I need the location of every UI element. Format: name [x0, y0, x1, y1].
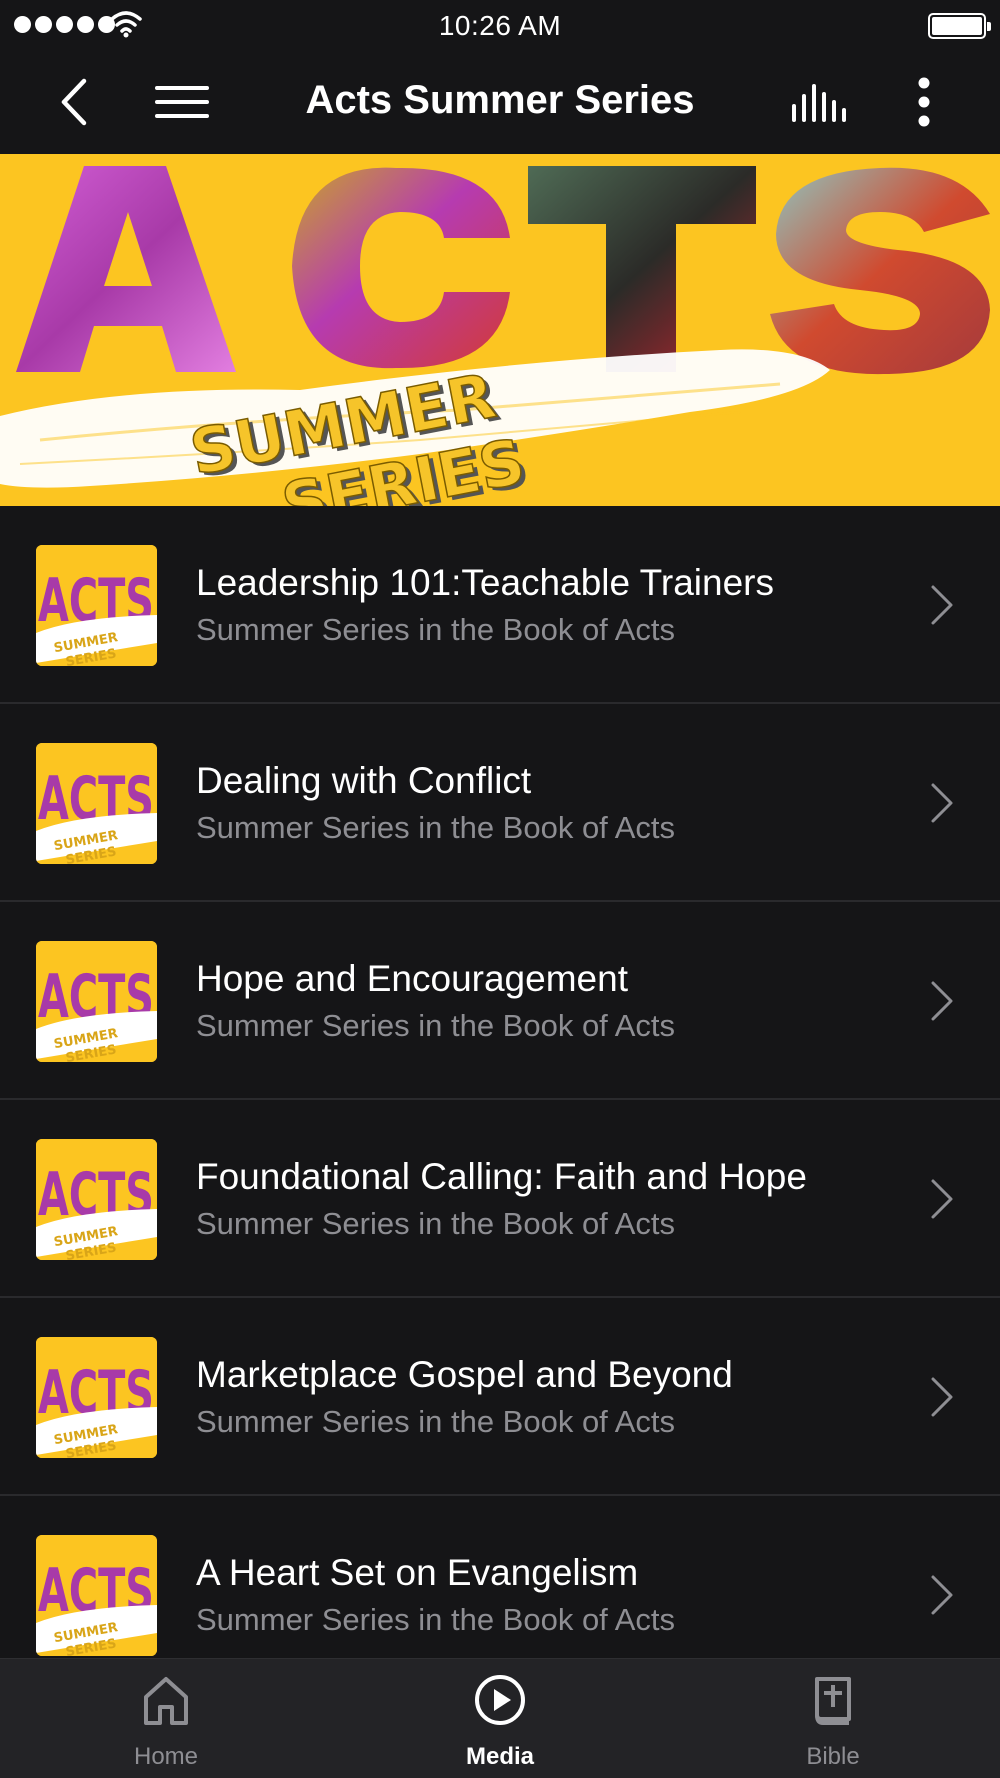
navigation-bar: Acts Summer Series: [0, 50, 1000, 154]
item-subtitle: Summer Series in the Book of Acts: [196, 1602, 675, 1637]
item-title: Hope and Encouragement: [196, 958, 628, 999]
status-time: 10:26 AM: [438, 10, 562, 41]
play-circle-icon: [475, 1675, 525, 1725]
list-item[interactable]: ACTS SUMMER SERIES Foundational Calling:…: [0, 1100, 1000, 1298]
chevron-right-icon: [931, 981, 953, 1021]
bible-icon: [815, 1677, 851, 1725]
series-thumbnail: ACTS SUMMER SERIES: [36, 1337, 157, 1458]
item-subtitle: Summer Series in the Book of Acts: [196, 810, 675, 845]
battery-icon: [928, 13, 991, 39]
series-thumbnail: ACTS SUMMER SERIES: [36, 941, 157, 1062]
item-subtitle: Summer Series in the Book of Acts: [196, 1008, 675, 1043]
item-title: Dealing with Conflict: [196, 760, 532, 801]
series-banner-artwork: SUMMER SUMMER SERIES SERIES: [0, 166, 990, 506]
home-icon: [144, 1677, 188, 1725]
item-subtitle: Summer Series in the Book of Acts: [196, 1206, 675, 1241]
audio-bars-icon: [792, 84, 846, 122]
tab-bible[interactable]: Bible: [733, 1659, 933, 1778]
media-list: ACTS SUMMER SERIES Leadership 101:Teacha…: [0, 506, 1000, 1658]
list-item[interactable]: ACTS SUMMER SERIES Hope and Encouragemen…: [0, 902, 1000, 1100]
tab-bar: Home Media Bible: [0, 1658, 1000, 1778]
more-vertical-icon: [918, 77, 930, 127]
chevron-right-icon: [931, 585, 953, 625]
chevron-right-icon: [931, 1575, 953, 1615]
series-thumbnail: ACTS SUMMER SERIES: [36, 545, 157, 666]
item-title: Leadership 101:Teachable Trainers: [196, 562, 774, 603]
tab-home[interactable]: Home: [66, 1659, 266, 1778]
tab-bible-label: Bible: [806, 1743, 860, 1770]
series-banner: SUMMER SUMMER SERIES SERIES: [0, 154, 1000, 506]
now-playing-button[interactable]: [788, 72, 848, 132]
chevron-right-icon: [931, 1377, 953, 1417]
list-item[interactable]: ACTS SUMMER SERIES A Heart Set on Evange…: [0, 1496, 1000, 1658]
tab-home-label: Home: [133, 1743, 199, 1770]
tab-media-label: Media: [465, 1743, 534, 1770]
item-subtitle: Summer Series in the Book of Acts: [196, 612, 675, 647]
item-title: Foundational Calling: Faith and Hope: [196, 1156, 807, 1197]
chevron-right-icon: [931, 1179, 953, 1219]
tab-media[interactable]: Media: [400, 1659, 600, 1778]
chevron-right-icon: [931, 783, 953, 823]
item-title: Marketplace Gospel and Beyond: [196, 1354, 733, 1395]
status-bar: 10:26 AM: [0, 0, 1000, 50]
series-thumbnail: ACTS SUMMER SERIES: [36, 1535, 157, 1656]
series-thumbnail: ACTS SUMMER SERIES: [36, 743, 157, 864]
page-title: Acts Summer Series: [305, 78, 695, 122]
more-options-button[interactable]: [894, 72, 954, 132]
list-item[interactable]: ACTS SUMMER SERIES Dealing with Conflict…: [0, 704, 1000, 902]
list-item[interactable]: ACTS SUMMER SERIES Marketplace Gospel an…: [0, 1298, 1000, 1496]
item-title: A Heart Set on Evangelism: [196, 1552, 639, 1593]
list-item[interactable]: ACTS SUMMER SERIES Leadership 101:Teacha…: [0, 506, 1000, 704]
series-thumbnail: ACTS SUMMER SERIES: [36, 1139, 157, 1260]
item-subtitle: Summer Series in the Book of Acts: [196, 1404, 675, 1439]
